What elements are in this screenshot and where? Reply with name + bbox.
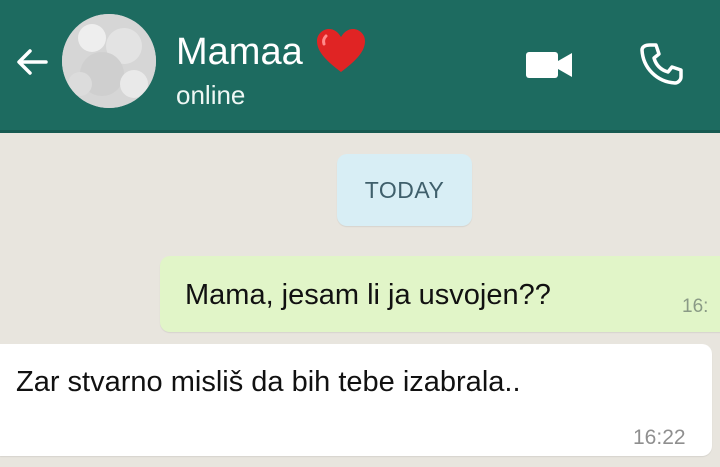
message-text: Zar stvarno misliš da bih tebe izabrala.… xyxy=(16,366,521,398)
heart-icon xyxy=(313,24,369,80)
contact-name: Mamaa xyxy=(176,31,303,73)
avatar[interactable] xyxy=(62,14,156,108)
message-time: 16:22 xyxy=(633,426,686,449)
message-text: Mama, jesam li ja usvojen?? xyxy=(185,279,551,311)
message-incoming[interactable]: Zar stvarno misliš da bih tebe izabrala.… xyxy=(0,344,712,456)
date-label: TODAY xyxy=(364,176,445,203)
phone-icon[interactable] xyxy=(637,40,685,88)
video-call-icon[interactable] xyxy=(524,48,576,82)
contact-status: online xyxy=(176,80,246,110)
message-time: 16: xyxy=(682,296,709,317)
date-separator: TODAY xyxy=(337,154,472,226)
arrow-back-icon[interactable] xyxy=(12,42,52,82)
contact-title[interactable]: Mamaa xyxy=(176,24,369,80)
chat-header: Mamaa online xyxy=(0,0,720,133)
message-outgoing[interactable]: Mama, jesam li ja usvojen?? 16: xyxy=(160,256,720,332)
